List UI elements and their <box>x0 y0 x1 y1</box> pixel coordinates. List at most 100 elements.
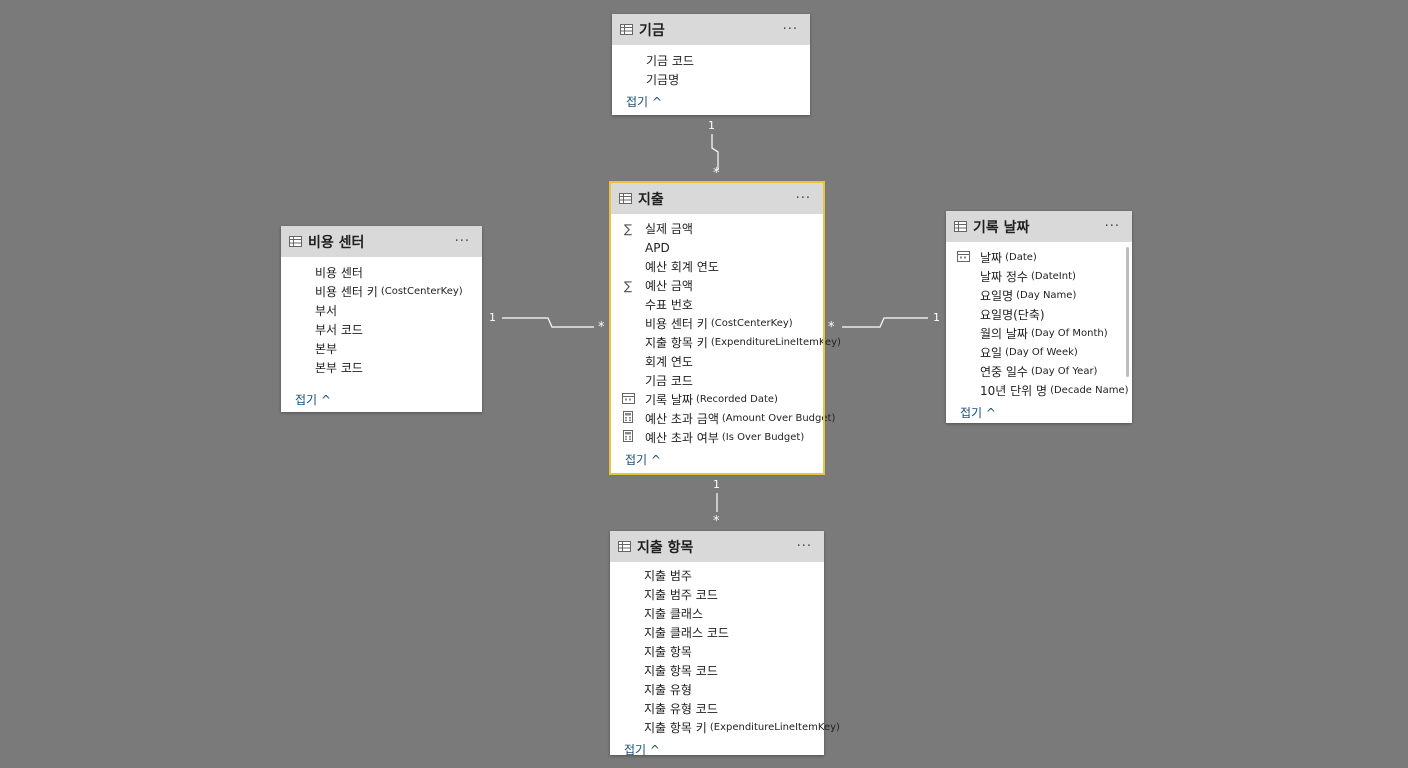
field-row[interactable]: 본부 코드 <box>281 358 482 377</box>
rel-many-label-lineitem: * <box>713 514 720 529</box>
field-name: 지출 범주 코드 <box>644 588 718 602</box>
rel-one-label-lineitem: 1 <box>713 478 720 491</box>
rel-line-costcenter-expense[interactable] <box>502 317 594 328</box>
field-row[interactable]: 연중 일수 (Day Of Year) <box>946 362 1132 381</box>
calculator-icon <box>623 411 633 423</box>
field-name: 지출 클래스 코드 <box>644 626 729 640</box>
rel-one-label-fund: 1 <box>708 119 715 132</box>
table-icon <box>289 236 302 247</box>
field-row[interactable]: 월의 날짜 (Day Of Month) <box>946 324 1132 343</box>
field-name: 기금 코드 <box>646 54 694 68</box>
more-options-icon[interactable]: ··· <box>779 22 802 37</box>
field-row[interactable]: 지출 범주 코드 <box>610 585 824 604</box>
field-row[interactable]: 지출 항목 키 (ExpenditureLineItemKey) <box>611 333 841 352</box>
rel-many-label-fund: * <box>713 166 720 181</box>
field-name: 지출 유형 코드 <box>644 702 718 716</box>
field-row[interactable]: 지출 항목 키 (ExpenditureLineItemKey) <box>610 718 840 737</box>
collapse-button[interactable]: 접기 ^ <box>624 741 660 758</box>
table-title: 비용 센터 <box>308 234 365 251</box>
collapse-button[interactable]: 접기 ^ <box>295 391 331 408</box>
collapse-button[interactable]: 접기 ^ <box>960 404 996 421</box>
field-row[interactable]: 지출 범주 <box>610 566 824 585</box>
field-row[interactable]: 기금 코드 <box>612 51 810 70</box>
field-name: 날짜 <box>980 251 1003 265</box>
field-row[interactable]: 비용 센터 키 (CostCenterKey) <box>281 282 482 301</box>
field-row[interactable]: 기금 코드 <box>611 371 823 390</box>
table-card-lineitem[interactable]: 지출 항목 ··· 지출 범주 지출 범주 코드 지출 클래스 지출 클래스 코드 지출… <box>610 531 840 758</box>
field-row[interactable]: 본부 <box>281 339 482 358</box>
field-name: 실제 금액 <box>645 222 693 236</box>
collapse-button[interactable]: 접기 ^ <box>626 93 662 110</box>
field-english-name: (Day Name) <box>1016 290 1077 301</box>
field-row[interactable]: 비용 센터 키 (CostCenterKey) <box>611 314 823 333</box>
field-row[interactable]: 10년 단위 명 (Decade Name) <box>946 381 1132 400</box>
field-row[interactable]: 부서 <box>281 301 482 320</box>
table-card-expense[interactable]: 지출 ··· ∑ 실제 금액 APD 예산 회계 연도 ∑ 예산 금액 수표 번호 비용 센터… <box>609 181 841 475</box>
field-row[interactable]: 회계 연도 <box>611 352 823 371</box>
table-title: 지출 항목 <box>637 539 694 556</box>
field-row[interactable]: 수표 번호 <box>611 295 823 314</box>
table-title: 기록 날짜 <box>973 219 1030 236</box>
more-options-icon[interactable]: ··· <box>793 539 816 554</box>
sigma-icon: ∑ <box>623 278 633 293</box>
field-name: 지출 항목 <box>644 645 692 659</box>
table-header-lineitem[interactable]: 지출 항목 ··· <box>610 531 824 562</box>
field-row[interactable]: 요일명 (Day Name) <box>946 286 1132 305</box>
field-row[interactable]: APD <box>611 238 823 257</box>
calendar-icon <box>956 251 970 262</box>
field-name: 예산 초과 여부 <box>645 431 719 445</box>
field-row[interactable]: 날짜 (Date) <box>946 248 1132 267</box>
field-row[interactable]: 지출 유형 코드 <box>610 699 824 718</box>
model-canvas[interactable]: 1 * 1 * * 1 1 * 기금 ··· 기금 코드 기금명 접기 ^ 지출… <box>0 0 1408 768</box>
field-name: 비용 센터 키 <box>645 317 708 331</box>
field-name: 월의 날짜 <box>980 327 1028 341</box>
table-card-fund[interactable]: 기금 ··· 기금 코드 기금명 접기 ^ <box>612 14 810 115</box>
field-row[interactable]: ∑ 예산 금액 <box>611 276 823 295</box>
calendar-icon <box>619 392 637 407</box>
field-row[interactable]: 지출 항목 코드 <box>610 661 824 680</box>
field-name: 본부 코드 <box>315 361 363 375</box>
field-name: 예산 회계 연도 <box>645 260 719 274</box>
table-card-recorddate[interactable]: 기록 날짜 ··· 날짜 (Date) 날짜 정수 (DateInt) 요일명 (Day … <box>946 211 1132 423</box>
field-row[interactable]: 요일 (Day Of Week) <box>946 343 1132 362</box>
more-options-icon[interactable]: ··· <box>792 191 815 206</box>
field-name: 지출 항목 코드 <box>644 664 718 678</box>
field-row[interactable]: 지출 유형 <box>610 680 824 699</box>
field-name: 지출 유형 <box>644 683 692 697</box>
collapse-button[interactable]: 접기 ^ <box>625 451 661 468</box>
more-options-icon[interactable]: ··· <box>1101 219 1124 234</box>
more-options-icon[interactable]: ··· <box>451 234 474 249</box>
field-name: 요일명(단축) <box>980 308 1045 322</box>
field-row[interactable]: 지출 항목 <box>610 642 824 661</box>
table-icon <box>620 24 633 35</box>
field-row[interactable]: 지출 클래스 코드 <box>610 623 824 642</box>
field-row[interactable]: 요일명(단축) <box>946 305 1132 324</box>
field-row[interactable]: 예산 초과 여부 (Is Over Budget) <box>611 428 823 447</box>
field-row[interactable]: 날짜 정수 (DateInt) <box>946 267 1132 286</box>
field-english-name: (Recorded Date) <box>695 394 778 405</box>
field-english-name: (CostCenterKey) <box>380 286 463 297</box>
table-header-costcenter[interactable]: 비용 센터 ··· <box>281 226 482 257</box>
field-row[interactable]: 예산 초과 금액 (Amount Over Budget) <box>611 409 835 428</box>
field-name: 지출 클래스 <box>644 607 704 621</box>
field-row[interactable]: 지출 클래스 <box>610 604 824 623</box>
field-name: 지출 항목 키 <box>645 336 708 350</box>
field-row[interactable]: 비용 센터 <box>281 263 482 282</box>
field-row[interactable]: ∑ 실제 금액 <box>611 219 823 238</box>
rel-line-recorddate-expense[interactable] <box>842 317 928 328</box>
rel-line-fund-expense[interactable] <box>711 134 719 170</box>
field-name: 비용 센터 키 <box>315 285 378 299</box>
table-header-recorddate[interactable]: 기록 날짜 ··· <box>946 211 1132 242</box>
table-header-expense[interactable]: 지출 ··· <box>611 183 823 214</box>
field-name: 본부 <box>315 342 338 356</box>
field-row[interactable]: 기금명 <box>612 70 810 89</box>
field-row[interactable]: 기록 날짜 (Recorded Date) <box>611 390 823 409</box>
field-english-name: (Day Of Year) <box>1030 366 1098 377</box>
field-name: 기금 코드 <box>645 374 693 388</box>
table-card-costcenter[interactable]: 비용 센터 ··· 비용 센터 비용 센터 키 (CostCenterKey) 부서 부… <box>281 226 482 412</box>
field-row[interactable]: 부서 코드 <box>281 320 482 339</box>
sigma-icon: ∑ <box>623 221 633 236</box>
field-row[interactable]: 예산 회계 연도 <box>611 257 823 276</box>
table-header-fund[interactable]: 기금 ··· <box>612 14 810 45</box>
vertical-scrollbar[interactable] <box>1126 247 1129 377</box>
